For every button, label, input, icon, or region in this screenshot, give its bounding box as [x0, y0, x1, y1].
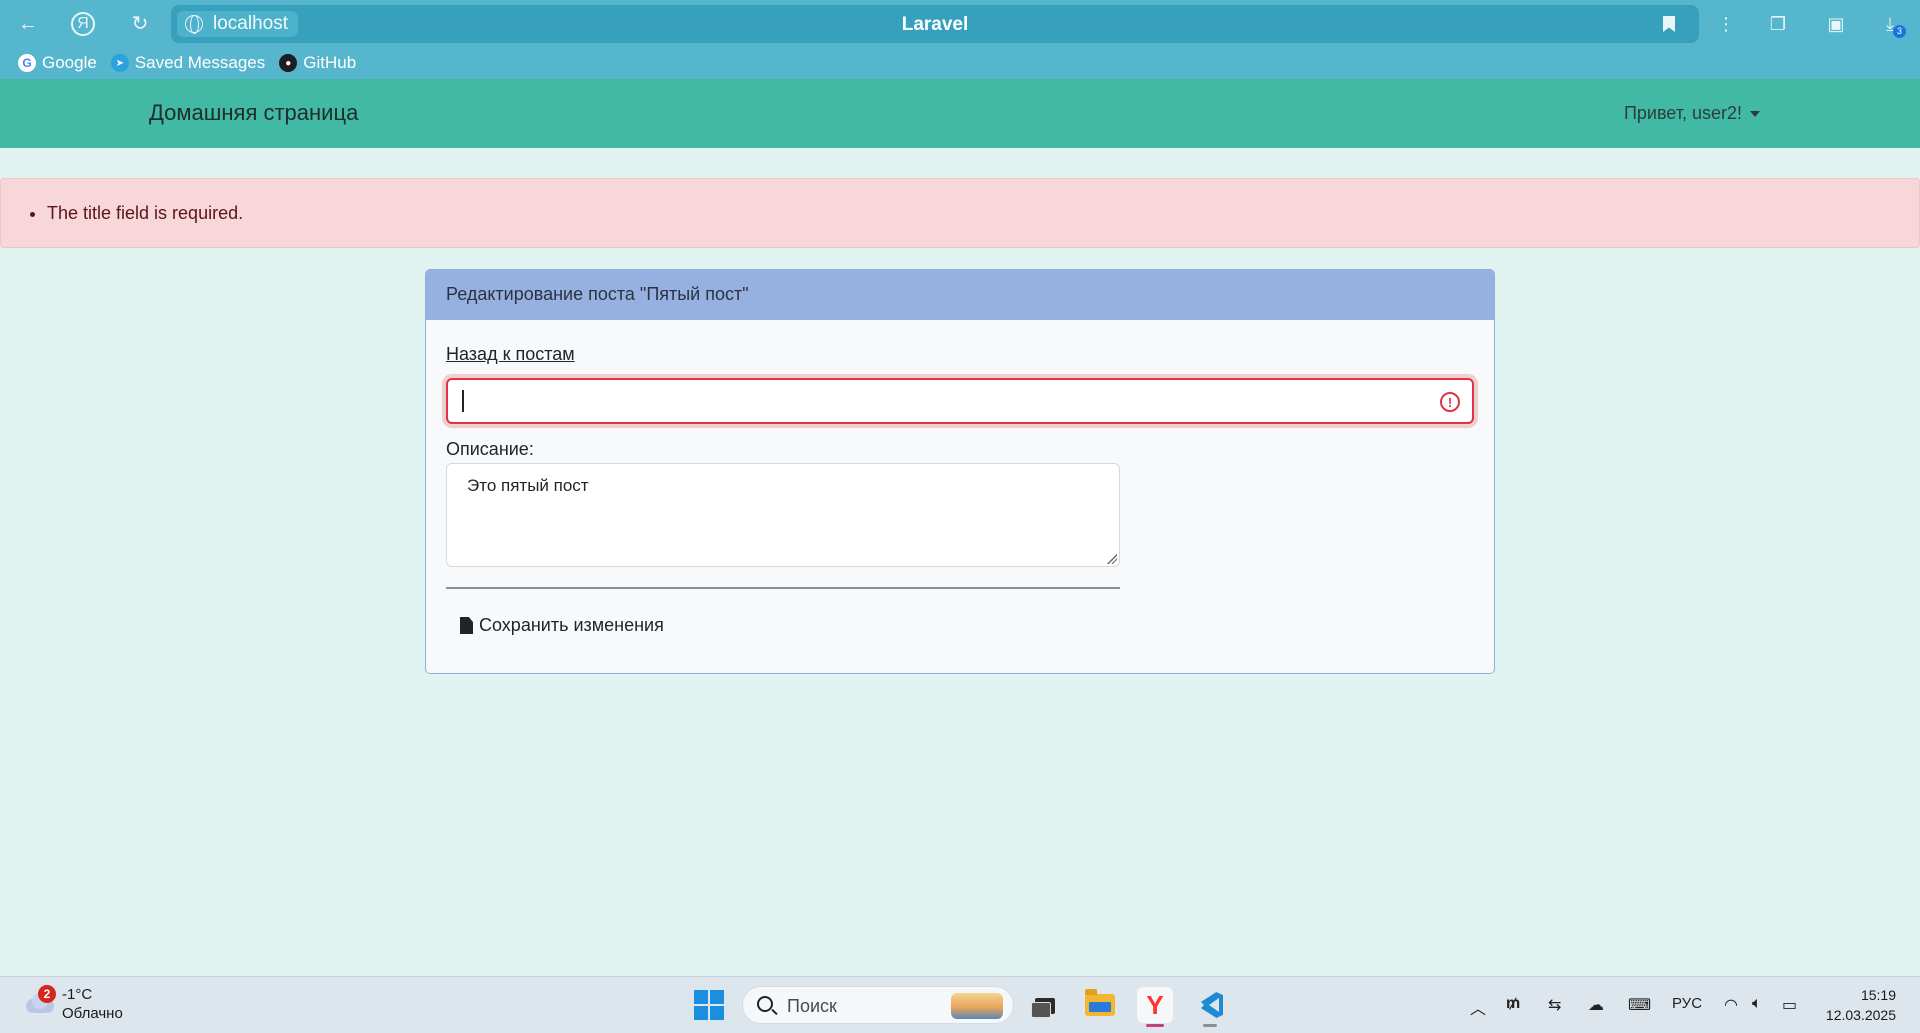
- home-link[interactable]: Домашняя страница: [149, 100, 358, 126]
- menu-dots-icon[interactable]: ⋮: [1712, 10, 1740, 38]
- collections-icon[interactable]: ❐: [1764, 10, 1792, 38]
- language-indicator[interactable]: РУС: [1672, 995, 1702, 1012]
- file-icon: [460, 617, 473, 634]
- transfer-icon[interactable]: ⇆: [1548, 995, 1561, 1015]
- caret-down-icon: [1750, 110, 1760, 117]
- page-title: Laravel: [901, 14, 969, 35]
- active-indicator: [1146, 1024, 1164, 1027]
- card-header: Редактирование поста "Пятый пост": [426, 270, 1494, 320]
- back-arrow-icon[interactable]: ←: [14, 10, 42, 38]
- bookmark-label: GitHub: [303, 53, 357, 72]
- downloads-badge: 3: [1893, 25, 1906, 38]
- bookmark-label: Saved Messages: [134, 53, 266, 72]
- clock-date: 12.03.2025: [1825, 1007, 1896, 1023]
- weather-badge: 2: [38, 985, 56, 1003]
- windows-start-icon[interactable]: [694, 990, 724, 1020]
- user-greeting: Привет, user2!: [1623, 103, 1742, 123]
- google-icon: G: [18, 54, 36, 72]
- address-bar[interactable]: localhost Laravel: [171, 5, 1699, 43]
- search-icon: [757, 996, 773, 1012]
- yandex-browser-icon[interactable]: Y: [1137, 987, 1173, 1027]
- extension-icon[interactable]: ▣: [1822, 10, 1850, 38]
- wifi-icon[interactable]: ◠: [1724, 995, 1738, 1015]
- description-label: Описание:: [446, 439, 534, 459]
- keyboard-icon[interactable]: ⌨: [1628, 995, 1651, 1015]
- temperature: -1°C: [62, 986, 93, 1003]
- file-explorer-icon[interactable]: [1082, 987, 1118, 1023]
- bookmark-github[interactable]: ● GitHub: [279, 53, 356, 73]
- resize-handle-icon[interactable]: [1107, 554, 1117, 564]
- edit-post-card: Редактирование поста "Пятый пост" Назад …: [425, 269, 1495, 674]
- title-input[interactable]: !: [446, 378, 1474, 424]
- back-to-posts-link[interactable]: Назад к постам: [446, 344, 575, 365]
- app-tray-icon[interactable]: ₥: [1506, 995, 1520, 1013]
- search-highlight-image: [951, 993, 1003, 1019]
- battery-icon[interactable]: ▭: [1782, 995, 1797, 1015]
- error-icon: !: [1440, 392, 1460, 412]
- description-value: Это пятый пост: [467, 476, 589, 495]
- running-indicator: [1203, 1024, 1217, 1027]
- description-textarea[interactable]: Это пятый пост: [446, 463, 1120, 567]
- cloud-icon: 2: [22, 985, 56, 1015]
- taskbar-search[interactable]: Поиск: [742, 986, 1014, 1024]
- app-navbar: Домашняя страница Привет, user2!: [0, 79, 1920, 148]
- clock-time: 15:19: [1860, 987, 1896, 1003]
- reload-icon[interactable]: ↻: [126, 10, 154, 38]
- bookmark-label: Google: [42, 53, 97, 72]
- bookmark-google[interactable]: G Google: [18, 53, 97, 73]
- github-icon: ●: [279, 54, 298, 72]
- search-placeholder: Поиск: [787, 996, 837, 1016]
- user-dropdown[interactable]: Привет, user2!: [1624, 103, 1760, 124]
- taskbar: 2 -1°C Облачно Поиск Y ︿ ₥ ⇆ ☁ ⌨ РУС ◠ 🔈…: [0, 976, 1920, 1033]
- browser-chrome: ← Я ↻ localhost Laravel ⋮ ❐ ▣ ⤓ 3 G Googl…: [0, 0, 1920, 79]
- card-body: Назад к постам ! Описание: Это пятый пос…: [426, 320, 1494, 673]
- error-alert: The title field is required.: [0, 178, 1920, 248]
- divider: [446, 587, 1120, 589]
- volume-icon[interactable]: 🔈︎: [1752, 995, 1762, 1013]
- error-list: The title field is required.: [47, 203, 243, 224]
- task-view-icon[interactable]: [1025, 987, 1061, 1023]
- bookmark-saved-messages[interactable]: ➤ Saved Messages: [110, 53, 266, 73]
- text-cursor: [462, 390, 464, 412]
- browser-toolbar: ← Я ↻ localhost Laravel ⋮ ❐ ▣ ⤓ 3: [0, 0, 1920, 48]
- save-changes-button[interactable]: Сохранить изменения: [460, 615, 664, 636]
- save-button-label: Сохранить изменения: [479, 615, 664, 635]
- error-item: The title field is required.: [47, 203, 243, 224]
- system-clock[interactable]: 15:19 12.03.2025: [1826, 985, 1896, 1025]
- weather-description: Облачно: [62, 1005, 123, 1022]
- bookmarks-bar: G Google ➤ Saved Messages ● GitHub: [18, 52, 356, 74]
- weather-widget[interactable]: 2 -1°C Облачно: [22, 985, 123, 1023]
- chevron-up-icon[interactable]: ︿: [1470, 995, 1486, 1019]
- yandex-home-icon[interactable]: Я: [71, 12, 95, 36]
- vscode-icon[interactable]: [1192, 987, 1228, 1027]
- telegram-icon: ➤: [110, 54, 129, 72]
- downloads-icon[interactable]: ⤓ 3: [1876, 10, 1906, 38]
- cloud-offline-icon[interactable]: ☁: [1588, 995, 1604, 1015]
